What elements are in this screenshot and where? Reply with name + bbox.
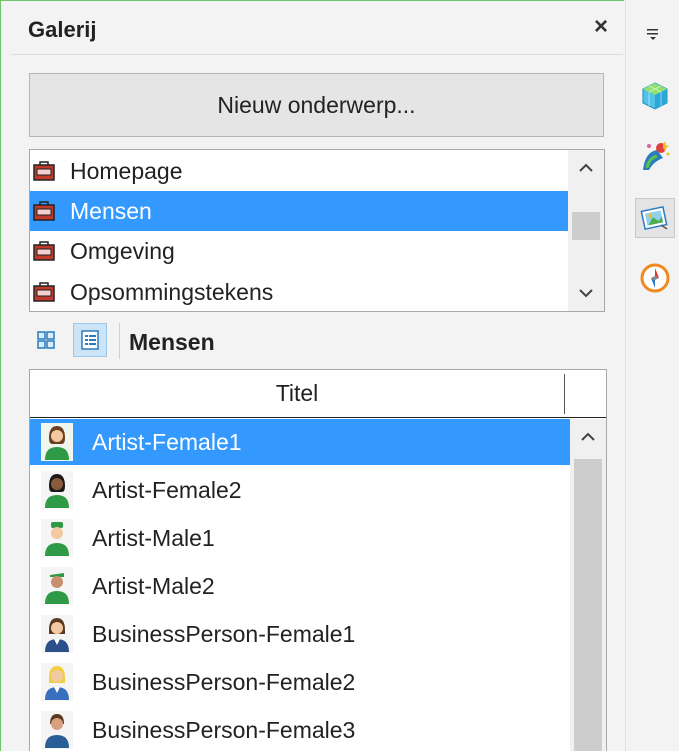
table-row[interactable]: Artist-Male2 [30, 563, 570, 609]
person-avatar-icon [40, 710, 74, 750]
properties-tab[interactable] [635, 76, 675, 116]
theme-folder-icon [32, 160, 56, 182]
table-row[interactable]: Artist-Female1 [30, 419, 570, 465]
gallery-icon [640, 206, 668, 230]
theme-list-scrollbar[interactable] [568, 150, 604, 311]
table-row[interactable]: Artist-Female2 [30, 467, 570, 513]
item-label: BusinessPerson-Female2 [92, 668, 356, 695]
icon-view-icon [37, 331, 55, 349]
gallery-items-table[interactable]: Titel Artist-Female1 Artist-Female2 Arti… [29, 369, 607, 751]
scroll-thumb[interactable] [572, 212, 600, 240]
close-icon[interactable]: × [594, 13, 608, 41]
new-theme-button[interactable]: Nieuw onderwerp... [29, 73, 604, 137]
table-row[interactable]: BusinessPerson-Female1 [30, 611, 570, 657]
current-theme-label: Mensen [129, 329, 215, 355]
item-label: Artist-Female1 [92, 428, 242, 455]
theme-item-omgeving[interactable]: Omgeving [30, 231, 570, 271]
theme-folder-icon [32, 200, 56, 222]
items-scrollbar[interactable] [570, 419, 606, 751]
styles-icon [643, 141, 670, 170]
theme-item-label: Opsommingstekens [70, 278, 274, 305]
navigator-tab[interactable] [635, 258, 675, 298]
item-label: Artist-Male2 [92, 572, 215, 599]
scroll-thumb[interactable] [574, 459, 602, 751]
person-avatar-icon [40, 422, 74, 462]
theme-folder-icon [32, 240, 56, 262]
sidebar-tabbar [625, 0, 679, 751]
styles-tab[interactable] [635, 136, 675, 176]
person-avatar-icon [40, 662, 74, 702]
person-avatar-icon [40, 518, 74, 558]
theme-item-mensen[interactable]: Mensen [30, 191, 570, 231]
item-label: Artist-Male1 [92, 524, 215, 551]
theme-item-label: Mensen [70, 197, 152, 224]
view-toolbar: Mensen [29, 319, 619, 365]
header-divider [11, 54, 623, 55]
person-avatar-icon [40, 614, 74, 654]
theme-folder-icon [32, 281, 56, 303]
item-label: BusinessPerson-Female3 [92, 716, 356, 743]
gallery-window: Galerij × Nieuw onderwerp... Homepage Me… [0, 0, 679, 751]
table-row[interactable]: BusinessPerson-Female3 [30, 707, 570, 751]
sidebar-menu-icon[interactable] [646, 26, 660, 42]
person-avatar-icon [40, 470, 74, 510]
chevron-up-icon[interactable] [570, 419, 606, 455]
table-header: Titel [30, 370, 606, 418]
theme-list[interactable]: Homepage Mensen Omgeving Opsommingsteken… [29, 149, 605, 312]
detail-view-icon [81, 330, 99, 350]
theme-item-label: Homepage [70, 157, 183, 184]
column-header-title[interactable]: Titel [30, 370, 564, 417]
properties-icon [642, 82, 668, 110]
theme-item-opsommingstekens[interactable]: Opsommingstekens [30, 272, 570, 312]
chevron-down-icon[interactable] [568, 275, 604, 311]
item-label: Artist-Female2 [92, 476, 242, 503]
detail-view-button[interactable] [73, 323, 107, 357]
navigator-icon [640, 263, 670, 293]
panel-title: Galerij [28, 17, 97, 42]
gallery-tab[interactable] [635, 198, 675, 238]
theme-item-homepage[interactable]: Homepage [30, 151, 570, 191]
column-divider[interactable] [564, 374, 565, 414]
icon-view-button[interactable] [29, 323, 63, 357]
person-avatar-icon [40, 566, 74, 606]
chevron-up-icon[interactable] [568, 150, 604, 186]
gallery-panel: Galerij × Nieuw onderwerp... Homepage Me… [0, 0, 624, 751]
theme-item-label: Omgeving [70, 237, 175, 264]
item-label: BusinessPerson-Female1 [92, 620, 356, 647]
panel-header: Galerij × [1, 1, 624, 55]
table-row[interactable]: BusinessPerson-Female2 [30, 659, 570, 705]
table-row[interactable]: Artist-Male1 [30, 515, 570, 561]
toolbar-divider [119, 323, 120, 359]
